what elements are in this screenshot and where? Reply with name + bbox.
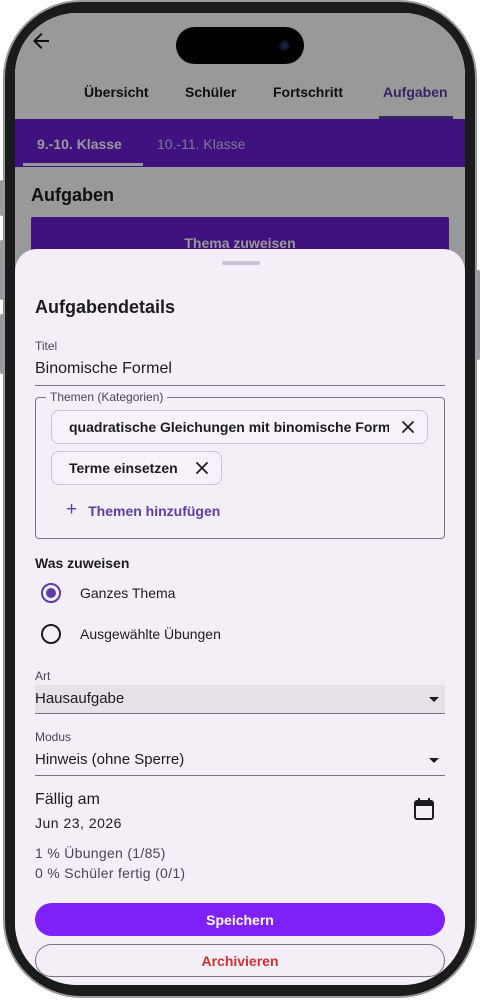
themes-field: Themen (Kategorien) quadratische Gleichu… — [35, 390, 445, 539]
title-field[interactable]: Binomische Formel — [35, 360, 172, 378]
art-underline — [35, 713, 445, 714]
theme-chip-label: Terme einsetzen — [69, 460, 178, 476]
phone-power-button — [476, 270, 480, 360]
radio-whole-theme[interactable] — [41, 583, 61, 603]
modus-label: Modus — [35, 730, 72, 744]
phone-volume-up — [0, 240, 4, 300]
radio-selected-exercises[interactable] — [41, 624, 61, 644]
modus-select-value: Hinweis (ohne Sperre) — [35, 751, 185, 768]
bottom-sheet: Aufgabendetails Titel Binomische Formel … — [15, 249, 465, 985]
exercises-progress: 1 % Übungen (1/85) — [35, 845, 166, 861]
due-date-value[interactable]: Jun 23, 2026 — [35, 815, 122, 831]
due-date-label: Fällig am — [35, 791, 100, 808]
dropdown-arrow-icon — [429, 697, 439, 702]
radio-whole-theme-label[interactable]: Ganzes Thema — [80, 585, 175, 601]
plus-icon: + — [66, 499, 78, 520]
theme-chip[interactable]: Terme einsetzen — [51, 451, 222, 485]
archive-button[interactable]: Archivieren — [35, 944, 445, 977]
dynamic-island — [176, 27, 304, 64]
theme-chip[interactable]: quadratische Gleichungen mit binomische … — [51, 410, 428, 444]
art-select-value: Hausaufgabe — [35, 690, 125, 707]
art-select[interactable]: Hausaufgabe — [35, 685, 445, 713]
title-field-label: Titel — [35, 339, 58, 353]
modus-underline — [35, 775, 445, 776]
calendar-icon[interactable] — [413, 797, 435, 821]
assign-section-label: Was zuweisen — [35, 555, 130, 571]
camera-icon — [279, 40, 290, 51]
dropdown-arrow-icon — [429, 758, 439, 763]
add-themes-button[interactable]: + Themen hinzufügen — [66, 499, 221, 521]
save-button[interactable]: Speichern — [35, 903, 445, 936]
close-icon[interactable] — [401, 420, 415, 434]
screen: Übersicht Schüler Fortschritt Aufgaben 9… — [15, 13, 465, 985]
sheet-title: Aufgabendetails — [35, 297, 176, 317]
radio-selected-exercises-label[interactable]: Ausgewählte Übungen — [80, 626, 221, 642]
themes-legend: Themen (Kategorien) — [46, 390, 168, 404]
art-label: Art — [35, 669, 51, 683]
students-progress: 0 % Schüler fertig (0/1) — [35, 865, 186, 881]
drag-handle[interactable] — [222, 261, 260, 265]
modus-select[interactable]: Hinweis (ohne Sperre) — [35, 746, 445, 774]
add-themes-label: Themen hinzufügen — [88, 503, 221, 519]
close-icon[interactable] — [195, 461, 209, 475]
title-field-underline — [35, 385, 445, 386]
phone-volume-down — [0, 314, 4, 374]
phone-side-button — [0, 180, 4, 216]
theme-chip-label: quadratische Gleichungen mit binomische … — [69, 419, 389, 435]
